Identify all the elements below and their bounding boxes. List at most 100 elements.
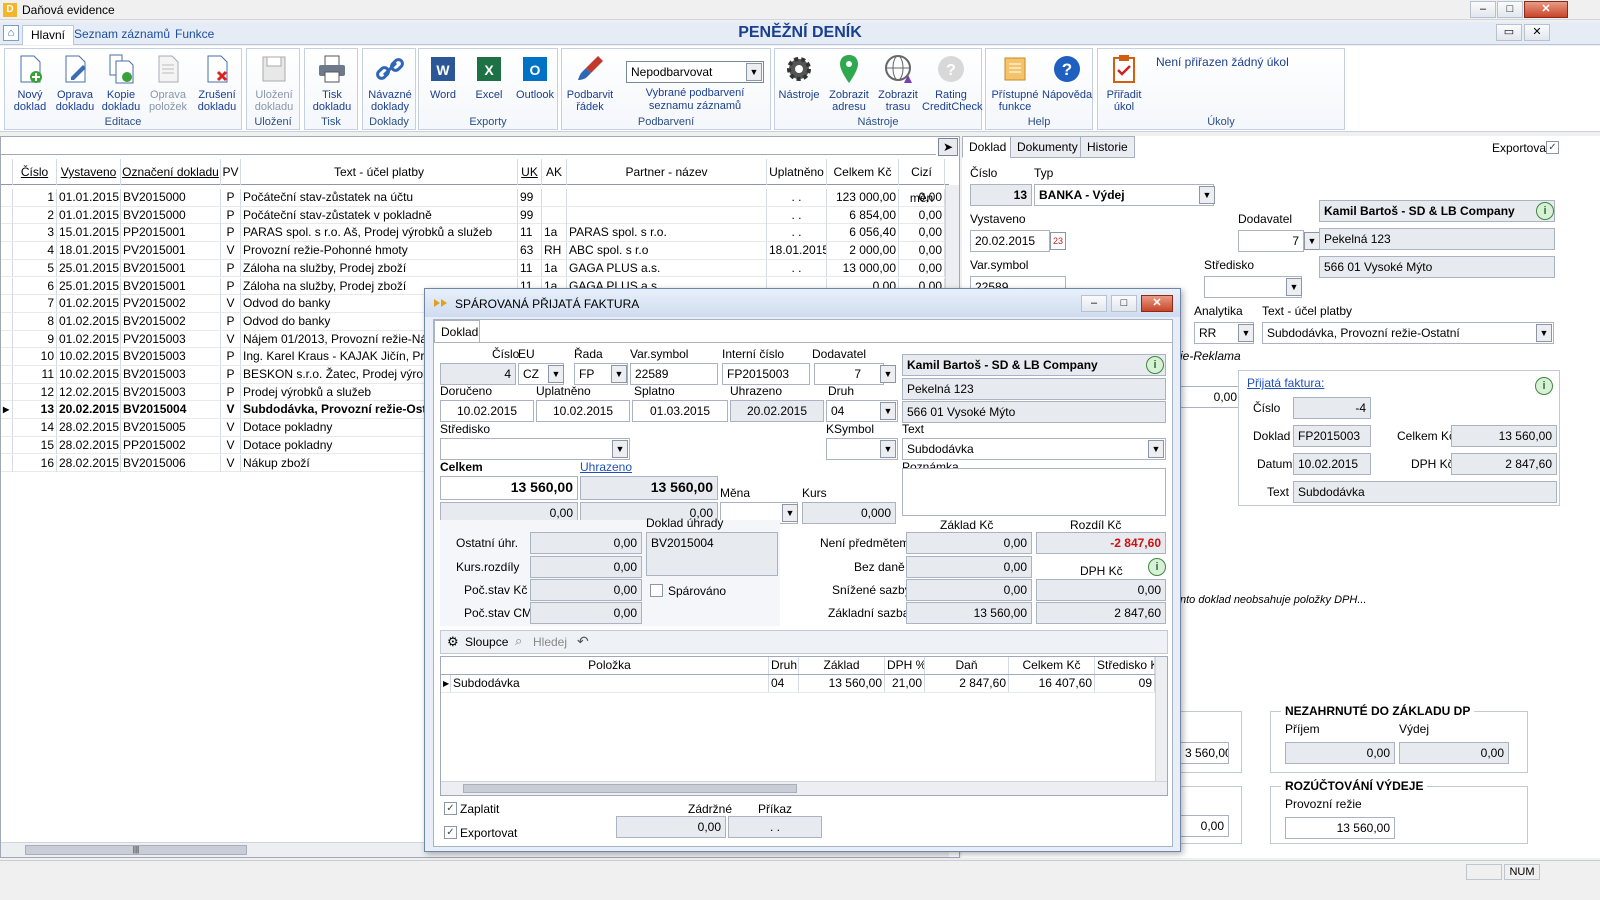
- cancel-document-button[interactable]: Zrušení dokladu: [195, 51, 239, 113]
- d-celkem-field[interactable]: 13 560,00: [440, 476, 578, 500]
- close-button[interactable]: ✕: [1524, 1, 1568, 18]
- text-select[interactable]: Subdodávka, Provozní režie-Ostatní: [1262, 322, 1554, 344]
- rating-creditcheck-button[interactable]: ? Rating CreditCheck: [921, 51, 983, 113]
- search-button[interactable]: Hledej: [533, 635, 567, 649]
- cell-pv[interactable]: V: [221, 295, 241, 313]
- table-row[interactable]: 4 18.01.2015 PV2015001 V Provozní režie-Poho…: [1, 242, 949, 260]
- show-route-button[interactable]: Zobrazit trasu: [875, 51, 921, 113]
- columns-button[interactable]: Sloupce: [465, 635, 508, 649]
- d-varsym-field[interactable]: 22589: [630, 363, 718, 385]
- cell-text[interactable]: Počáteční stav-zůstatek na účtu: [241, 189, 518, 206]
- cislo-field[interactable]: 13: [970, 184, 1032, 206]
- cell-text[interactable]: Provozní režie-Pohonné hmoty: [241, 242, 518, 260]
- cell-pv[interactable]: P: [221, 312, 241, 330]
- d-interni-field[interactable]: FP2015003: [722, 363, 810, 385]
- dialog-close-button[interactable]: ✕: [1141, 295, 1173, 312]
- chevron-down-icon[interactable]: ▼: [1286, 278, 1302, 296]
- highlight-row-button[interactable]: Podbarvit řádek: [564, 51, 616, 113]
- cell-pv[interactable]: P: [221, 259, 241, 277]
- dialog-minimize-button[interactable]: –: [1081, 295, 1107, 312]
- cell-cizi-mena[interactable]: 0,00: [899, 224, 945, 242]
- new-document-button[interactable]: Nový doklad: [9, 51, 51, 113]
- cell-pv[interactable]: V: [221, 401, 241, 419]
- scroll-thumb[interactable]: |||: [25, 845, 247, 855]
- vystaveno-field[interactable]: 20.02.2015: [970, 230, 1050, 252]
- roz-field[interactable]: 13 560,00: [1285, 817, 1395, 839]
- chevron-down-icon[interactable]: ▼: [1148, 440, 1164, 458]
- cell-pv[interactable]: V: [221, 454, 241, 472]
- cell-ak[interactable]: 1a: [542, 224, 567, 242]
- col-celkem[interactable]: Celkem Kč: [827, 159, 899, 185]
- col-cislo[interactable]: Číslo: [13, 159, 57, 185]
- cell-pv[interactable]: V: [221, 242, 241, 260]
- cell-vystaveno[interactable]: 25.01.2015: [57, 259, 121, 277]
- cell-cislo[interactable]: 15: [13, 436, 57, 454]
- table-row[interactable]: 5 25.01.2015 BV2015001 P Záloha na služby, P…: [1, 259, 949, 278]
- cell-cislo[interactable]: 8: [13, 312, 57, 330]
- cell-cislo[interactable]: 10: [13, 348, 57, 366]
- cell-cislo[interactable]: 7: [13, 295, 57, 313]
- linked-documents-button[interactable]: Návazné doklady: [365, 51, 415, 113]
- cell-oznaceni[interactable]: BV2015004: [121, 401, 221, 419]
- col-pv[interactable]: PV: [221, 159, 241, 185]
- cell-oznaceni[interactable]: BV2015000: [121, 206, 221, 224]
- dialog-maximize-button[interactable]: □: [1111, 295, 1137, 312]
- cell-pv[interactable]: V: [221, 436, 241, 454]
- cell-partner[interactable]: GAGA PLUS a.s.: [567, 259, 767, 277]
- info-icon[interactable]: i: [1536, 202, 1554, 220]
- item-celkem[interactable]: 16 407,60: [1009, 675, 1095, 692]
- ih-dph[interactable]: DPH %: [885, 657, 925, 674]
- cell-vystaveno[interactable]: 18.01.2015: [57, 242, 121, 260]
- copy-document-button[interactable]: Kopie dokladu: [99, 51, 143, 113]
- cell-vystaveno[interactable]: 15.01.2015: [57, 224, 121, 242]
- chevron-down-icon[interactable]: ▼: [782, 504, 798, 522]
- cell-uplatneno[interactable]: . .: [767, 259, 827, 277]
- cell-vystaveno[interactable]: 20.02.2015: [57, 401, 121, 419]
- d-uplatneno-field[interactable]: 10.02.2015: [536, 400, 630, 422]
- prijata-faktura-link[interactable]: Přijatá faktura:: [1247, 376, 1324, 390]
- info-icon[interactable]: i: [1535, 377, 1553, 395]
- restore-button[interactable]: ▭: [1496, 24, 1522, 41]
- cell-text[interactable]: Záloha na služby, Prodej zboží: [241, 259, 518, 277]
- cell-pv[interactable]: P: [221, 224, 241, 242]
- cell-partner[interactable]: ABC spol. s r.o: [567, 242, 767, 260]
- export-word-button[interactable]: W Word: [421, 51, 465, 101]
- item-zaklad[interactable]: 13 560,00: [799, 675, 885, 692]
- item-polozka[interactable]: Subdodávka: [451, 675, 769, 692]
- table-row[interactable]: 2 01.01.2015 BV2015000 P Počáteční stav-zůst…: [1, 206, 949, 225]
- d-dodavatel-field[interactable]: 7: [814, 363, 884, 385]
- dodavatel-field[interactable]: 7: [1238, 230, 1304, 252]
- col-uk[interactable]: UK: [518, 159, 542, 185]
- cell-vystaveno[interactable]: 01.01.2015: [57, 206, 121, 224]
- edit-items-button[interactable]: Oprava položek: [145, 51, 191, 113]
- cell-uk[interactable]: 63: [518, 242, 542, 260]
- cell-vystaveno[interactable]: 12.02.2015: [57, 383, 121, 401]
- cell-cizi-mena[interactable]: 0,00: [899, 259, 945, 277]
- chevron-down-icon[interactable]: ▼: [880, 365, 896, 383]
- cell-oznaceni[interactable]: PV2015003: [121, 330, 221, 348]
- chevron-down-icon[interactable]: ▼: [880, 440, 896, 458]
- cell-oznaceni[interactable]: PV2015002: [121, 295, 221, 313]
- cell-pv[interactable]: V: [221, 330, 241, 348]
- cell-cislo[interactable]: 3: [13, 224, 57, 242]
- d-splatno-field[interactable]: 01.03.2015: [632, 400, 728, 422]
- cell-partner[interactable]: [567, 189, 767, 206]
- item-dph[interactable]: 21,00: [885, 675, 925, 692]
- cell-vystaveno[interactable]: 28.02.2015: [57, 419, 121, 437]
- cell-pv[interactable]: P: [221, 206, 241, 224]
- cell-vystaveno[interactable]: 28.02.2015: [57, 436, 121, 454]
- col-uplatneno[interactable]: Uplatněno: [767, 159, 827, 185]
- ih-druh[interactable]: Druh: [769, 657, 799, 674]
- cell-vystaveno[interactable]: 01.02.2015: [57, 295, 121, 313]
- cell-pv[interactable]: P: [221, 348, 241, 366]
- cell-cislo[interactable]: 12: [13, 383, 57, 401]
- cell-cislo[interactable]: 6: [13, 277, 57, 295]
- cell-vystaveno[interactable]: 25.01.2015: [57, 277, 121, 295]
- cell-partner[interactable]: [567, 206, 767, 224]
- cell-cislo[interactable]: 4: [13, 242, 57, 260]
- col-text[interactable]: Text - účel platby: [241, 159, 518, 185]
- chevron-down-icon[interactable]: ▼: [612, 440, 628, 458]
- export-outlook-button[interactable]: O Outlook: [513, 51, 557, 101]
- maximize-button[interactable]: □: [1497, 1, 1523, 18]
- ih-zaklad[interactable]: Základ: [799, 657, 885, 674]
